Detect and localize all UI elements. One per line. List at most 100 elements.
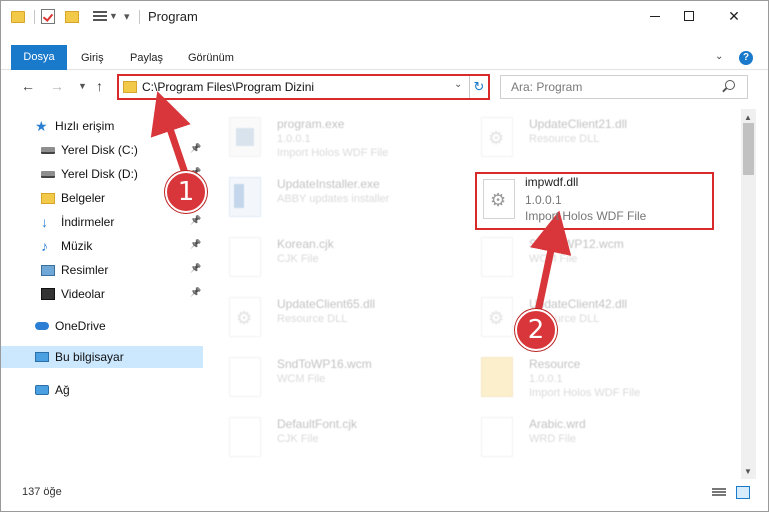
close-button[interactable]: ✕ (711, 1, 757, 31)
scroll-thumb[interactable] (743, 123, 754, 175)
tab-paylas[interactable]: Paylaş (130, 46, 163, 70)
file-tile[interactable]: DefaultFont.cjk CJK File (207, 411, 447, 463)
expand-ribbon-icon[interactable]: ⌄ (715, 51, 723, 62)
dll-file-icon (481, 297, 513, 337)
file-tile[interactable]: program.exe 1.0.0.1 Import Holos WDF File (207, 111, 447, 163)
file-detail: ABBY updates installer (277, 193, 390, 205)
sidebar-item[interactable]: ♪ Müzik 📌 (1, 235, 203, 257)
file-icon (229, 417, 261, 457)
pin-icon[interactable]: 📌 (190, 264, 201, 274)
file-tile[interactable]: Korean.cjk CJK File (207, 231, 447, 283)
file-tile[interactable]: UpdateClient21.dll Resource DLL (459, 111, 699, 163)
details-view-icon[interactable] (712, 487, 726, 499)
file-tile[interactable]: UpdateClient42.dllResource DLL (459, 291, 699, 343)
help-icon[interactable]: ? (739, 51, 753, 65)
pictures-icon (41, 264, 55, 276)
file-detail: WCM File (277, 373, 326, 385)
maximize-button[interactable] (666, 1, 712, 31)
properties-icon[interactable] (93, 9, 107, 23)
sidebar-item[interactable]: Resimler 📌 (1, 259, 203, 281)
dll-file-icon (483, 179, 515, 219)
tiles-view-icon[interactable] (736, 486, 750, 499)
file-tile[interactable]: UpdateInstaller.exe ABBY updates installe… (207, 171, 447, 223)
download-icon: ↓ (41, 213, 48, 230)
sidebar-item[interactable]: Bu bilgisayar (1, 346, 203, 368)
item-count: 137 öğe (22, 486, 62, 498)
tab-giris[interactable]: Giriş (81, 46, 104, 70)
file-tile[interactable]: Resource 1.0.0.1 Import Holos WDF File (459, 351, 699, 403)
window-title: Program (148, 9, 198, 24)
properties-check-icon[interactable] (41, 9, 55, 24)
sidebar-item[interactable]: ★ Hızlı erişim (1, 115, 203, 137)
file-detail: 1.0.0.1 (525, 193, 562, 207)
file-name: DefaultFont.cjk (277, 417, 358, 431)
file-tile[interactable]: SndToWP12.wcm WCM File (459, 231, 699, 283)
vertical-scrollbar[interactable]: ▲ ▼ (741, 109, 756, 479)
minimize-icon (650, 15, 660, 17)
file-name: impwdf.dll (525, 175, 579, 189)
cloud-icon (35, 322, 49, 330)
sidebar-item[interactable]: OneDrive (1, 315, 203, 337)
step-badge-1: 1 (165, 171, 207, 213)
status-bar: 137 öğe (1, 481, 768, 511)
file-icon (229, 237, 261, 277)
scroll-up-icon[interactable]: ▲ (744, 113, 752, 122)
up-button[interactable]: ↑ (96, 78, 103, 94)
sidebar-item-label: İndirmeler (61, 215, 115, 229)
step-badge-2: 2 (515, 309, 557, 351)
file-detail: CJK File (277, 253, 319, 265)
pin-icon[interactable]: 📌 (190, 144, 201, 154)
sidebar-item[interactable]: ↓ İndirmeler 📌 (1, 211, 203, 233)
star-icon: ★ (35, 117, 48, 134)
chevron-down-icon[interactable]: ▼ (109, 11, 118, 27)
file-tile[interactable]: impwdf.dll 1.0.0.1 Import Holos WDF File (475, 171, 715, 223)
search-icon[interactable] (725, 80, 735, 90)
scroll-down-icon[interactable]: ▼ (744, 467, 752, 476)
sidebar-item[interactable]: Yerel Disk (C:) 📌 (1, 139, 203, 161)
file-detail: Resource DLL (277, 313, 348, 325)
music-icon: ♪ (41, 237, 48, 254)
pin-icon[interactable]: 📌 (190, 240, 201, 250)
pin-icon[interactable]: 📌 (190, 216, 201, 226)
refresh-button[interactable]: ↻ (469, 76, 488, 98)
video-icon (41, 288, 55, 300)
file-detail: Import Holos WDF File (525, 209, 647, 223)
address-path[interactable]: C:\Program Files\Program Dizini (142, 80, 314, 94)
file-detail: Import Holos WDF File (277, 147, 389, 159)
address-bar[interactable]: C:\Program Files\Program Dizini ⌄ ↻ (117, 74, 490, 100)
file-name: UpdateClient21.dll (529, 117, 628, 131)
back-button[interactable]: ← (21, 78, 35, 94)
sidebar-item-label: Resimler (61, 263, 109, 277)
file-tile[interactable]: SndToWP16.wcm WCM File (207, 351, 447, 403)
file-tile[interactable]: UpdateClient65.dll Resource DLL (207, 291, 447, 343)
address-dropdown-icon[interactable]: ⌄ (454, 79, 462, 90)
file-name: UpdateInstaller.exe (277, 177, 380, 191)
new-folder-icon[interactable] (65, 11, 79, 23)
documents-folder-icon (41, 192, 55, 204)
sidebar-item-label: Belgeler (61, 191, 106, 205)
sidebar-item-label: Yerel Disk (D:) (61, 167, 138, 181)
folder-icon (481, 357, 513, 397)
file-name: Arabic.wrd (529, 417, 586, 431)
navigation-bar: ← → ▼ ↑ C:\Program Files\Program Dizini … (1, 71, 768, 105)
sidebar-item[interactable]: Videolar 📌 (1, 283, 203, 305)
recent-locations-icon[interactable]: ▼ (78, 81, 87, 91)
file-detail: Resource DLL (529, 133, 600, 145)
file-icon (229, 357, 261, 397)
forward-button[interactable]: → (50, 78, 64, 94)
file-tile[interactable]: Arabic.wrd WRD File (459, 411, 699, 463)
file-detail: 1.0.0.1 (277, 133, 311, 145)
customize-toolbar-icon[interactable]: ▾ (124, 10, 130, 26)
file-name: SndToWP12.wcm (529, 237, 624, 251)
search-input[interactable]: Ara: Program (500, 75, 748, 99)
quick-access-separator (34, 10, 35, 24)
sidebar-item[interactable]: Ağ (1, 379, 203, 401)
tab-dosya[interactable]: Dosya (11, 45, 67, 70)
maximize-icon (684, 11, 694, 21)
file-detail: 1.0.0.1 (529, 373, 563, 385)
file-icon (481, 417, 513, 457)
pin-icon[interactable]: 📌 (190, 288, 201, 298)
computer-icon (35, 352, 49, 362)
tab-gorunum[interactable]: Görünüm (188, 46, 234, 70)
sidebar-item-label: Hızlı erişim (55, 119, 115, 133)
